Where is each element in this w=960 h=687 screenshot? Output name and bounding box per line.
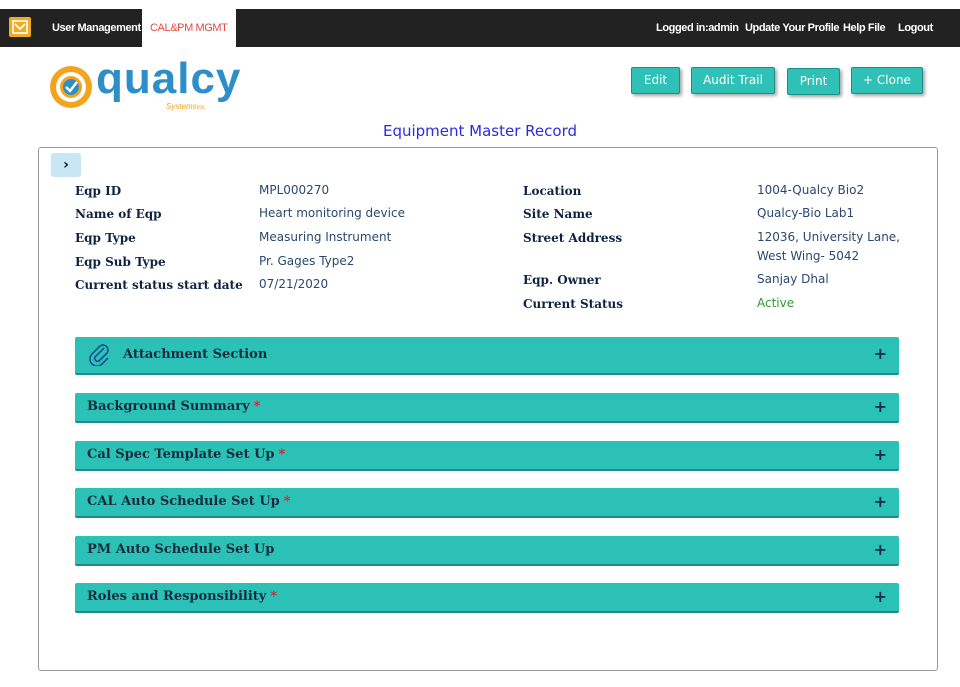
section-title: Attachment Section <box>123 347 268 362</box>
logged-in-user: Logged in:admin <box>656 22 739 34</box>
logo-mark-icon <box>50 66 92 108</box>
section-title: CAL Auto Schedule Set Up * <box>87 494 291 509</box>
status-start-date-value: 07/21/2020 <box>259 277 329 291</box>
eqp-owner-value: Sanjay Dhal <box>757 272 829 286</box>
plus-icon[interactable]: + <box>874 488 887 516</box>
location-label: Location <box>523 184 582 198</box>
paperclip-icon <box>89 344 109 366</box>
qualcy-logo: qualcy SystemsInc. <box>48 54 240 116</box>
plus-icon[interactable]: + <box>874 536 887 564</box>
nav-cal-pm-mgmt[interactable]: CAL&PM MGMT <box>142 9 236 47</box>
nav-user-management[interactable]: User Management <box>52 9 141 47</box>
current-status-value: Active <box>757 296 795 310</box>
print-button[interactable]: Print <box>787 68 840 95</box>
attachment-section[interactable]: Attachment Section + <box>75 337 899 375</box>
section-title: Cal Spec Template Set Up * <box>87 447 286 462</box>
update-profile-link[interactable]: Update Your Profile <box>745 9 839 47</box>
help-file-link[interactable]: Help File <box>843 9 886 47</box>
home-icon[interactable] <box>9 17 31 37</box>
eqp-sub-type-value: Pr. Gages Type2 <box>259 254 355 268</box>
street-address-label: Street Address <box>523 231 623 245</box>
plus-icon[interactable]: + <box>874 393 887 421</box>
cal-auto-schedule-section[interactable]: CAL Auto Schedule Set Up * + <box>75 488 899 518</box>
logo-wordmark: qualcy <box>96 54 242 103</box>
site-name-value: Qualcy-Bio Lab1 <box>757 206 855 220</box>
section-title: Roles and Responsibility * <box>87 589 278 604</box>
cal-spec-template-section[interactable]: Cal Spec Template Set Up * + <box>75 441 899 471</box>
top-navbar: User Management CAL&PM MGMT Logged in:ad… <box>0 9 960 47</box>
eqp-id-value: MPL000270 <box>259 183 330 197</box>
logo-subtitle: SystemsInc. <box>166 102 207 111</box>
section-title: PM Auto Schedule Set Up <box>87 542 275 557</box>
roles-responsibility-section[interactable]: Roles and Responsibility * + <box>75 583 899 613</box>
background-summary-section[interactable]: Background Summary * + <box>75 393 899 423</box>
page-title: Equipment Master Record <box>382 122 577 140</box>
current-status-label: Current Status <box>523 297 624 311</box>
logout-link[interactable]: Logout <box>898 9 933 47</box>
eqp-type-value: Measuring Instrument <box>259 230 392 244</box>
location-value: 1004-Qualcy Bio2 <box>757 183 865 197</box>
site-name-label: Site Name <box>523 207 593 221</box>
eqp-owner-label: Eqp. Owner <box>523 273 601 287</box>
top-margin <box>0 0 960 9</box>
eqp-name-label: Name of Eqp <box>75 207 162 221</box>
edit-button[interactable]: Edit <box>631 67 680 94</box>
plus-icon[interactable]: + <box>874 337 887 371</box>
section-title: Background Summary * <box>87 399 261 414</box>
street-address-value-line2: West Wing- 5042 <box>757 249 860 263</box>
plus-icon[interactable]: + <box>874 441 887 469</box>
chevron-right-icon[interactable]: › <box>51 153 81 177</box>
status-start-date-label: Current status start date <box>75 278 243 292</box>
pm-auto-schedule-section[interactable]: PM Auto Schedule Set Up + <box>75 536 899 566</box>
eqp-type-label: Eqp Type <box>75 231 136 245</box>
audit-trail-button[interactable]: Audit Trail <box>691 67 775 94</box>
street-address-value: 12036, University Lane, <box>757 230 900 244</box>
eqp-name-value: Heart monitoring device <box>259 206 405 220</box>
eqp-sub-type-label: Eqp Sub Type <box>75 255 166 269</box>
eqp-id-label: Eqp ID <box>75 184 122 198</box>
plus-icon[interactable]: + <box>874 583 887 611</box>
clone-button[interactable]: + Clone <box>851 67 923 94</box>
